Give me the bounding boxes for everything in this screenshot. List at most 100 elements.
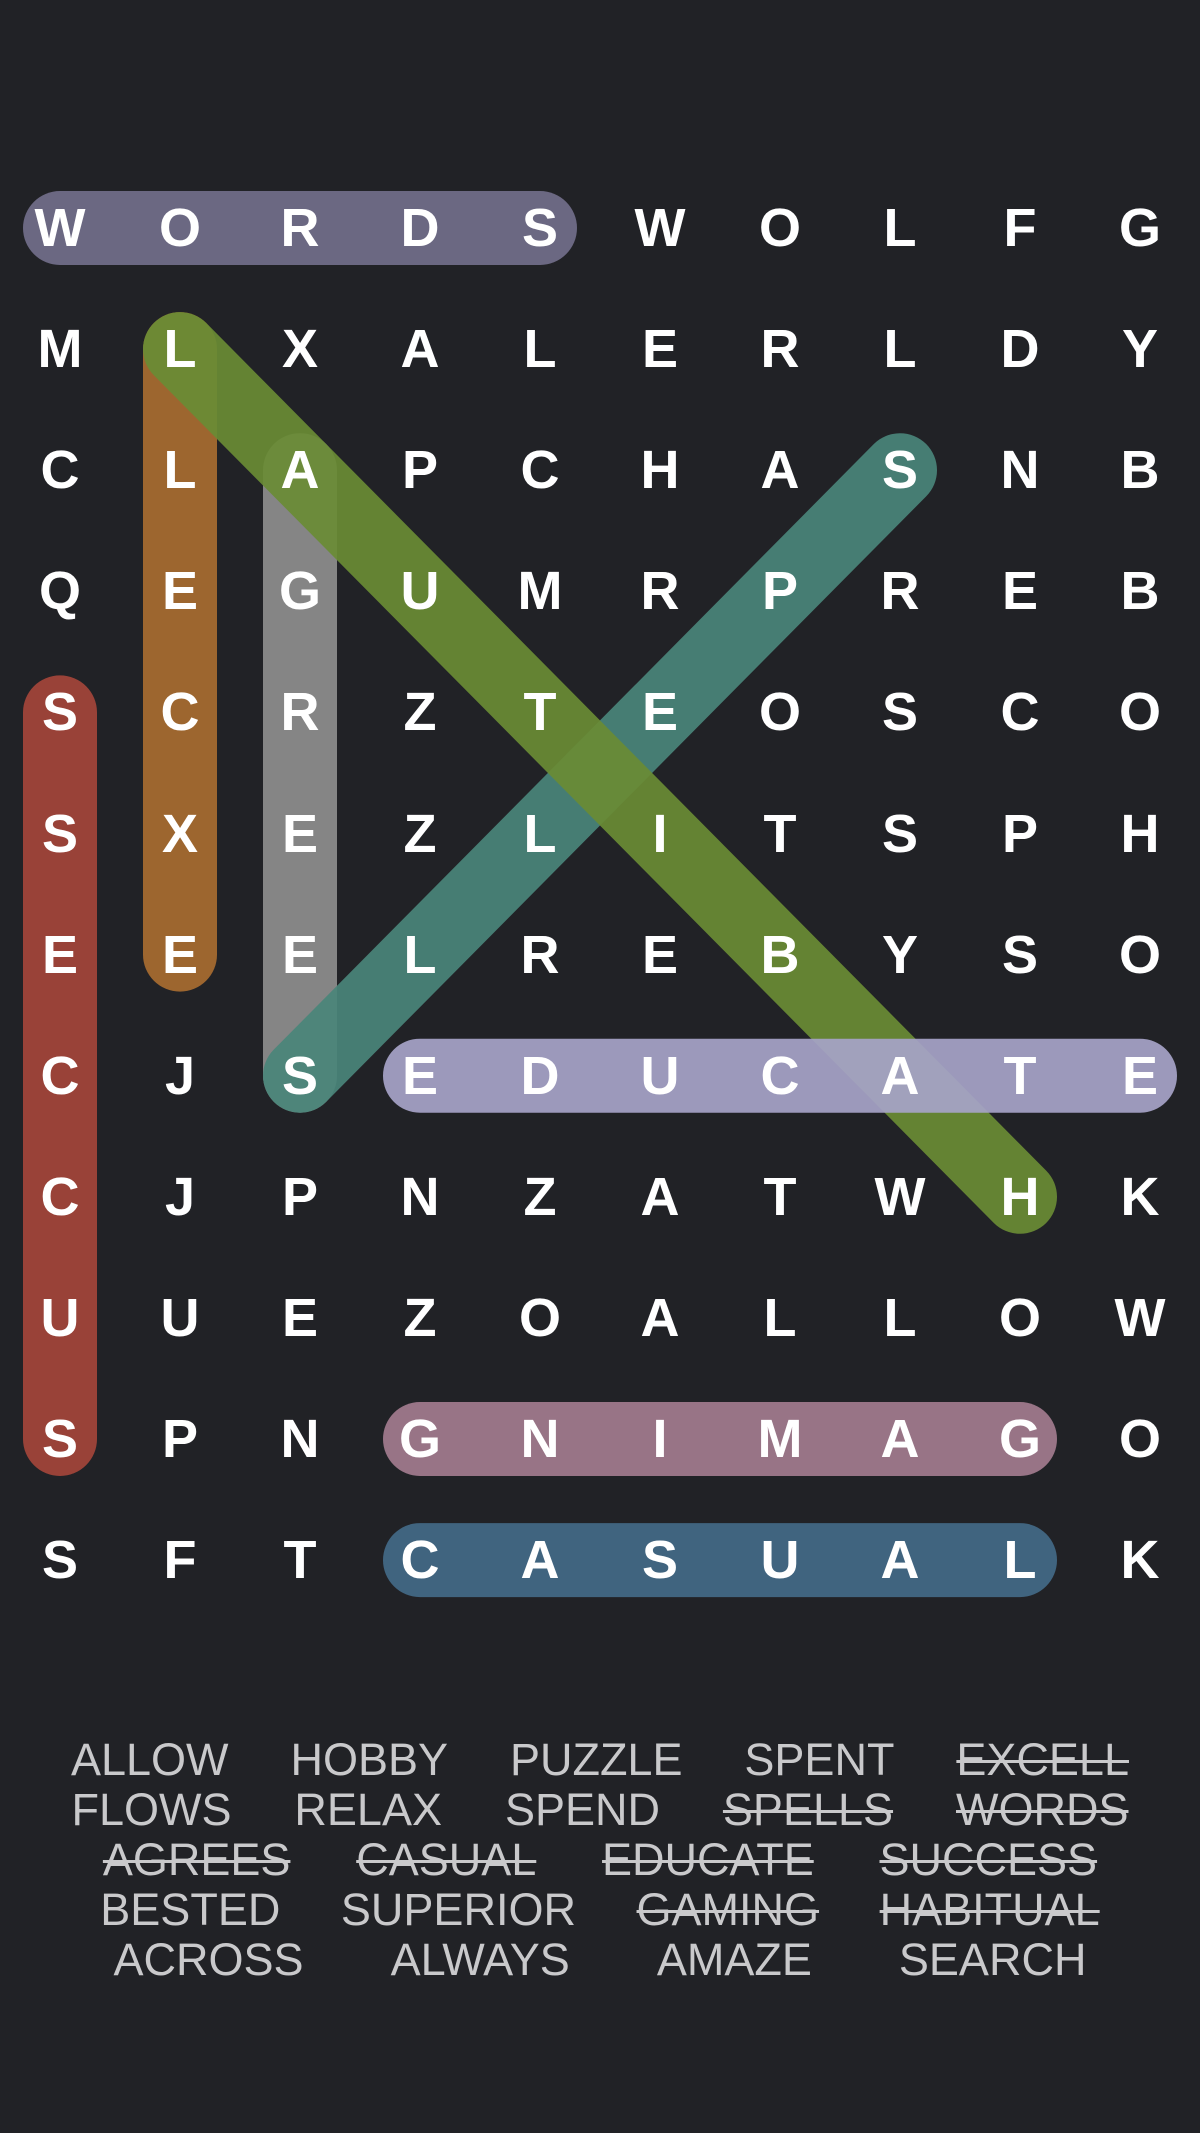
grid-cell[interactable]: A <box>850 1510 950 1610</box>
grid-cell[interactable]: M <box>490 541 590 641</box>
grid-cell[interactable]: R <box>610 541 710 641</box>
grid-cell[interactable]: Y <box>1090 299 1190 399</box>
grid-cell[interactable]: S <box>850 784 950 884</box>
grid-cell[interactable]: M <box>10 299 110 399</box>
grid-cell[interactable]: O <box>490 1268 590 1368</box>
grid-cell[interactable]: L <box>130 299 230 399</box>
grid-cell[interactable]: S <box>850 662 950 762</box>
grid-cell[interactable]: L <box>850 1268 950 1368</box>
grid-cell[interactable]: X <box>130 784 230 884</box>
grid-cell[interactable]: E <box>250 1268 350 1368</box>
grid-cell[interactable]: A <box>730 420 830 520</box>
grid-cell[interactable]: W <box>850 1147 950 1247</box>
grid-cell[interactable]: A <box>610 1268 710 1368</box>
grid-cell[interactable]: R <box>250 662 350 762</box>
grid-cell[interactable]: H <box>1090 784 1190 884</box>
grid-cell[interactable]: S <box>250 1026 350 1126</box>
grid-cell[interactable]: W <box>1090 1268 1190 1368</box>
grid-cell[interactable]: L <box>970 1510 1070 1610</box>
grid-cell[interactable]: E <box>250 905 350 1005</box>
grid-cell[interactable]: D <box>370 178 470 278</box>
grid-cell[interactable]: A <box>490 1510 590 1610</box>
grid-cell[interactable]: Z <box>490 1147 590 1247</box>
grid-cell[interactable]: N <box>970 420 1070 520</box>
grid-cell[interactable]: G <box>1090 178 1190 278</box>
grid-cell[interactable]: O <box>1090 662 1190 762</box>
grid-cell[interactable]: I <box>610 784 710 884</box>
grid-cell[interactable]: L <box>850 178 950 278</box>
grid-cell[interactable]: K <box>1090 1147 1190 1247</box>
grid-cell[interactable]: T <box>730 784 830 884</box>
grid-cell[interactable]: Z <box>370 1268 470 1368</box>
grid-cell[interactable]: Y <box>850 905 950 1005</box>
grid-cell[interactable]: C <box>10 420 110 520</box>
grid-cell[interactable]: P <box>970 784 1070 884</box>
grid-cell[interactable]: O <box>730 662 830 762</box>
grid-cell[interactable]: S <box>10 1389 110 1489</box>
grid-cell[interactable]: E <box>610 662 710 762</box>
grid-cell[interactable]: A <box>850 1389 950 1489</box>
word-search-board[interactable]: WORDSWOLFGMLXALERLDYCLAPCHASNBQEGUMRPREB… <box>0 0 1200 1640</box>
grid-cell[interactable]: F <box>130 1510 230 1610</box>
grid-cell[interactable]: O <box>970 1268 1070 1368</box>
grid-cell[interactable]: H <box>970 1147 1070 1247</box>
grid-cell[interactable]: Q <box>10 541 110 641</box>
grid-cell[interactable]: C <box>490 420 590 520</box>
grid-cell[interactable]: I <box>610 1389 710 1489</box>
grid-cell[interactable]: C <box>370 1510 470 1610</box>
grid-cell[interactable]: D <box>970 299 1070 399</box>
grid-cell[interactable]: U <box>370 541 470 641</box>
grid-cell[interactable]: G <box>970 1389 1070 1489</box>
grid-cell[interactable]: U <box>10 1268 110 1368</box>
grid-cell[interactable]: E <box>610 905 710 1005</box>
grid-cell[interactable]: T <box>250 1510 350 1610</box>
grid-cell[interactable]: E <box>10 905 110 1005</box>
grid-cell[interactable]: P <box>730 541 830 641</box>
grid-cell[interactable]: O <box>1090 1389 1190 1489</box>
grid-cell[interactable]: N <box>490 1389 590 1489</box>
grid-cell[interactable]: W <box>610 178 710 278</box>
grid-cell[interactable]: S <box>10 784 110 884</box>
grid-cell[interactable]: E <box>130 541 230 641</box>
grid-cell[interactable]: M <box>730 1389 830 1489</box>
grid-cell[interactable]: G <box>250 541 350 641</box>
grid-cell[interactable]: P <box>370 420 470 520</box>
grid-cell[interactable]: X <box>250 299 350 399</box>
grid-cell[interactable]: O <box>730 178 830 278</box>
grid-cell[interactable]: L <box>730 1268 830 1368</box>
grid-cell[interactable]: U <box>130 1268 230 1368</box>
grid-cell[interactable]: E <box>610 299 710 399</box>
grid-cell[interactable]: C <box>130 662 230 762</box>
grid-cell[interactable]: E <box>970 541 1070 641</box>
grid-cell[interactable]: C <box>10 1147 110 1247</box>
grid-cell[interactable]: C <box>10 1026 110 1126</box>
grid-cell[interactable]: P <box>250 1147 350 1247</box>
grid-cell[interactable]: R <box>250 178 350 278</box>
grid-cell[interactable]: L <box>490 784 590 884</box>
grid-cell[interactable]: B <box>1090 420 1190 520</box>
grid-cell[interactable]: L <box>370 905 470 1005</box>
grid-cell[interactable]: S <box>10 662 110 762</box>
grid-cell[interactable]: E <box>130 905 230 1005</box>
grid-cell[interactable]: N <box>370 1147 470 1247</box>
grid-cell[interactable]: S <box>10 1510 110 1610</box>
grid-cell[interactable]: C <box>970 662 1070 762</box>
grid-cell[interactable]: U <box>730 1510 830 1610</box>
grid-cell[interactable]: D <box>490 1026 590 1126</box>
grid-cell[interactable]: S <box>850 420 950 520</box>
grid-cell[interactable]: B <box>1090 541 1190 641</box>
grid-cell[interactable]: A <box>850 1026 950 1126</box>
grid-cell[interactable]: S <box>610 1510 710 1610</box>
grid-cell[interactable]: A <box>370 299 470 399</box>
grid-cell[interactable]: E <box>370 1026 470 1126</box>
grid-cell[interactable]: G <box>370 1389 470 1489</box>
grid-cell[interactable]: T <box>970 1026 1070 1126</box>
grid-cell[interactable]: H <box>610 420 710 520</box>
grid-cell[interactable]: C <box>730 1026 830 1126</box>
grid-cell[interactable]: R <box>730 299 830 399</box>
grid-cell[interactable]: E <box>250 784 350 884</box>
grid-cell[interactable]: W <box>10 178 110 278</box>
grid-cell[interactable]: L <box>130 420 230 520</box>
grid-cell[interactable]: T <box>730 1147 830 1247</box>
grid-cell[interactable]: N <box>250 1389 350 1489</box>
